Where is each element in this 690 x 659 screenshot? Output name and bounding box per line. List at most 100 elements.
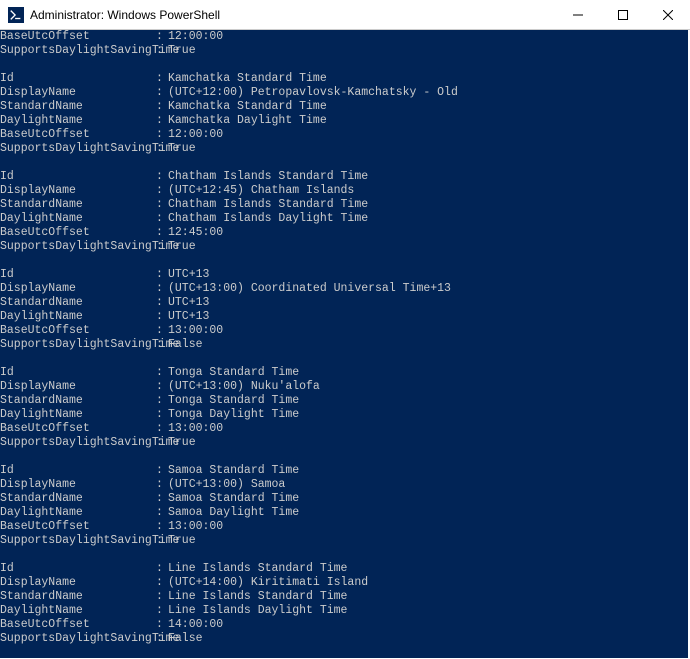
zone-field-row: BaseUtcOffset: 12:45:00 bbox=[0, 226, 688, 240]
field-value: True bbox=[168, 534, 196, 547]
field-value: (UTC+13:00) Nuku'alofa bbox=[168, 380, 320, 393]
field-value: (UTC+12:45) Chatham Islands bbox=[168, 184, 354, 197]
field-label: SupportsDaylightSavingTime bbox=[0, 142, 156, 156]
field-label: SupportsDaylightSavingTime bbox=[0, 338, 156, 352]
field-value: Tonga Standard Time bbox=[168, 394, 299, 407]
field-value: True bbox=[168, 142, 196, 155]
field-value: 14:00:00 bbox=[168, 618, 223, 631]
zone-field-row: DisplayName: (UTC+13:00) Coordinated Uni… bbox=[0, 282, 688, 296]
window-controls bbox=[555, 0, 690, 29]
zone-field-row: BaseUtcOffset: 14:00:00 bbox=[0, 618, 688, 632]
zone-block: Id: Chatham Islands Standard TimeDisplay… bbox=[0, 170, 688, 254]
field-label: BaseUtcOffset bbox=[0, 618, 156, 632]
zone-field-row: DaylightName: Tonga Daylight Time bbox=[0, 408, 688, 422]
zone-field-row: DaylightName: Chatham Islands Daylight T… bbox=[0, 212, 688, 226]
zone-field-row: DaylightName: UTC+13 bbox=[0, 310, 688, 324]
field-label: StandardName bbox=[0, 492, 156, 506]
field-label: StandardName bbox=[0, 100, 156, 114]
field-label: Id bbox=[0, 464, 156, 478]
field-value: 12:45:00 bbox=[168, 226, 223, 239]
zone-field-row: SupportsDaylightSavingTime: True bbox=[0, 436, 688, 450]
zone-block: Id: Line Islands Standard TimeDisplayNam… bbox=[0, 562, 688, 646]
field-value: Tonga Standard Time bbox=[168, 366, 299, 379]
field-label: SupportsDaylightSavingTime bbox=[0, 44, 156, 58]
zone-field-row: StandardName: Line Islands Standard Time bbox=[0, 590, 688, 604]
zone-field-row: DisplayName: (UTC+12:00) Petropavlovsk-K… bbox=[0, 86, 688, 100]
field-value: True bbox=[168, 436, 196, 449]
zone-field-row: SupportsDaylightSavingTime: False bbox=[0, 338, 688, 352]
zone-field-row: Id: Chatham Islands Standard Time bbox=[0, 170, 688, 184]
field-label: StandardName bbox=[0, 198, 156, 212]
field-label: DisplayName bbox=[0, 478, 156, 492]
zone-field-row: SupportsDaylightSavingTime: True bbox=[0, 142, 688, 156]
field-label: StandardName bbox=[0, 590, 156, 604]
field-label: Id bbox=[0, 72, 156, 86]
field-value: 13:00:00 bbox=[168, 422, 223, 435]
field-label: DisplayName bbox=[0, 380, 156, 394]
zone-field-row: StandardName: Samoa Standard Time bbox=[0, 492, 688, 506]
field-value: UTC+13 bbox=[168, 310, 209, 323]
zone-field-row: DaylightName: Kamchatka Daylight Time bbox=[0, 114, 688, 128]
field-label: SupportsDaylightSavingTime bbox=[0, 632, 156, 646]
field-label: SupportsDaylightSavingTime bbox=[0, 240, 156, 254]
terminal-output[interactable]: BaseUtcOffset: 12:00:00 SupportsDaylight… bbox=[0, 30, 688, 658]
field-value: Line Islands Daylight Time bbox=[168, 604, 347, 617]
field-value: 13:00:00 bbox=[168, 520, 223, 533]
zone-field-row: BaseUtcOffset: 13:00:00 bbox=[0, 324, 688, 338]
zone-field-row: Id: Samoa Standard Time bbox=[0, 464, 688, 478]
field-value: Kamchatka Daylight Time bbox=[168, 114, 327, 127]
field-label: BaseUtcOffset bbox=[0, 226, 156, 240]
field-value: (UTC+12:00) Petropavlovsk-Kamchatsky - O… bbox=[168, 86, 458, 99]
field-label: Id bbox=[0, 366, 156, 380]
field-label: DaylightName bbox=[0, 506, 156, 520]
zone-field-row: StandardName: Kamchatka Standard Time bbox=[0, 100, 688, 114]
zone-field-row: StandardName: UTC+13 bbox=[0, 296, 688, 310]
field-value: False bbox=[168, 632, 203, 645]
field-label: BaseUtcOffset bbox=[0, 128, 156, 142]
field-label: StandardName bbox=[0, 394, 156, 408]
field-value: Tonga Daylight Time bbox=[168, 408, 299, 421]
field-label: BaseUtcOffset bbox=[0, 422, 156, 436]
field-value: Line Islands Standard Time bbox=[168, 590, 347, 603]
close-button[interactable] bbox=[645, 0, 690, 29]
zone-field-row: DaylightName: Line Islands Daylight Time bbox=[0, 604, 688, 618]
zone-block: Id: Kamchatka Standard TimeDisplayName: … bbox=[0, 72, 688, 156]
field-value: Line Islands Standard Time bbox=[168, 562, 347, 575]
field-label: BaseUtcOffset bbox=[0, 520, 156, 534]
field-label: DisplayName bbox=[0, 576, 156, 590]
zone-field-row: BaseUtcOffset: 13:00:00 bbox=[0, 422, 688, 436]
zone-field-row: DisplayName: (UTC+13:00) Nuku'alofa bbox=[0, 380, 688, 394]
field-label: BaseUtcOffset bbox=[0, 324, 156, 338]
field-label: Id bbox=[0, 170, 156, 184]
zone-field-row: Id: Kamchatka Standard Time bbox=[0, 72, 688, 86]
field-value: Chatham Islands Standard Time bbox=[168, 198, 368, 211]
field-value: (UTC+14:00) Kiritimati Island bbox=[168, 576, 368, 589]
zone-block: Id: Tonga Standard TimeDisplayName: (UTC… bbox=[0, 366, 688, 450]
field-label: DaylightName bbox=[0, 212, 156, 226]
zone-field-row: Id: UTC+13 bbox=[0, 268, 688, 282]
field-value: UTC+13 bbox=[168, 296, 209, 309]
field-label: StandardName bbox=[0, 296, 156, 310]
maximize-button[interactable] bbox=[600, 0, 645, 29]
field-label: DisplayName bbox=[0, 86, 156, 100]
field-label: DisplayName bbox=[0, 184, 156, 198]
field-label: BaseUtcOffset bbox=[0, 30, 156, 44]
zone-field-row: StandardName: Tonga Standard Time bbox=[0, 394, 688, 408]
field-label: Id bbox=[0, 268, 156, 282]
field-value: (UTC+13:00) Samoa bbox=[168, 478, 285, 491]
zone-field-row: DisplayName: (UTC+13:00) Samoa bbox=[0, 478, 688, 492]
window-title: Administrator: Windows PowerShell bbox=[30, 8, 555, 22]
zone-field-row: Id: Line Islands Standard Time bbox=[0, 562, 688, 576]
field-value: UTC+13 bbox=[168, 268, 209, 281]
minimize-button[interactable] bbox=[555, 0, 600, 29]
field-label: DaylightName bbox=[0, 604, 156, 618]
field-value: 13:00:00 bbox=[168, 324, 223, 337]
field-label: DaylightName bbox=[0, 114, 156, 128]
field-value: Samoa Standard Time bbox=[168, 492, 299, 505]
zone-field-row: SupportsDaylightSavingTime: True bbox=[0, 534, 688, 548]
field-value: Chatham Islands Standard Time bbox=[168, 170, 368, 183]
field-value: 12:00:00 bbox=[168, 30, 223, 43]
zone-block-partial: BaseUtcOffset: 12:00:00 SupportsDaylight… bbox=[0, 30, 688, 58]
field-value: True bbox=[168, 44, 196, 57]
field-value: Kamchatka Standard Time bbox=[168, 100, 327, 113]
